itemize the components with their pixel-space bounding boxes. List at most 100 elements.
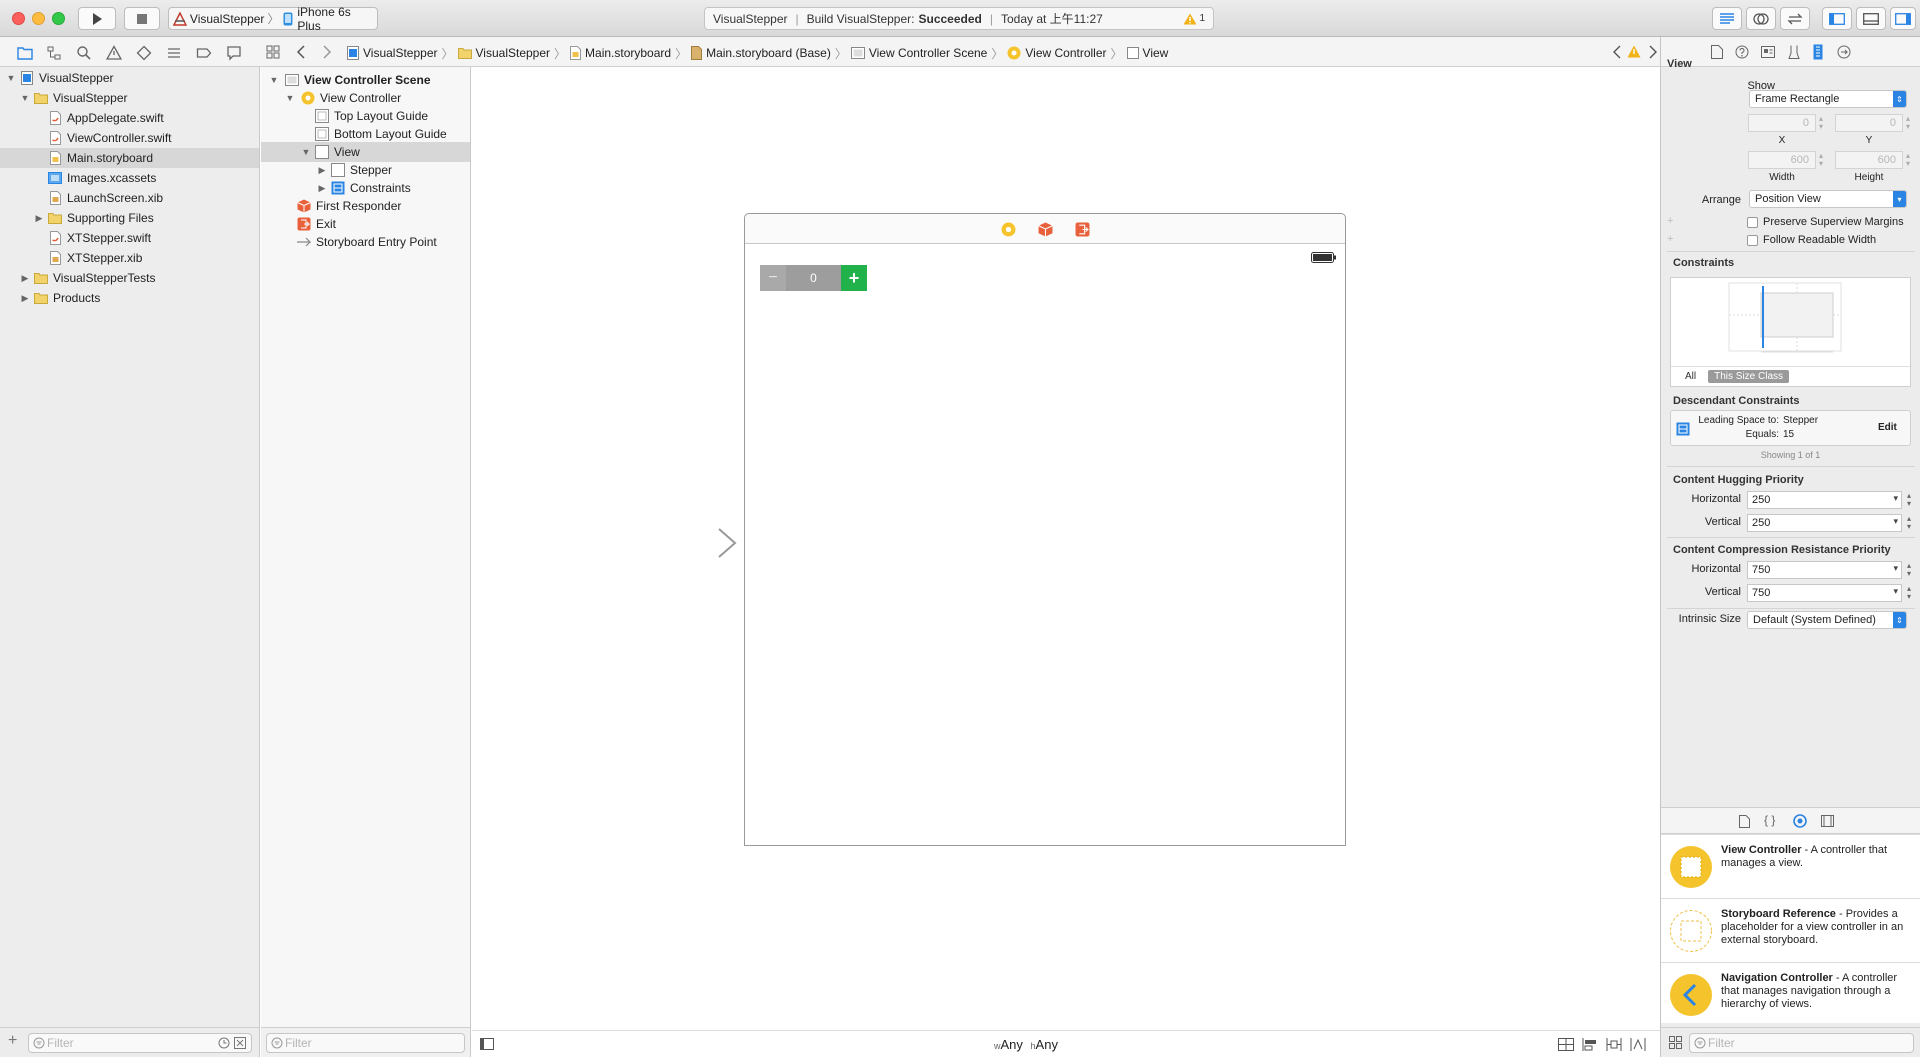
- quick-help-icon[interactable]: [1735, 45, 1749, 59]
- hug-vertical-combo[interactable]: 250 ▾: [1747, 514, 1902, 532]
- minimize-window-button[interactable]: [32, 12, 45, 25]
- intrinsic-size-popup[interactable]: Default (System Defined) ⇕: [1747, 611, 1907, 629]
- connections-inspector-icon[interactable]: [1837, 45, 1851, 59]
- disclosure-closed-icon[interactable]: ▶: [20, 273, 30, 283]
- project-navigator-icon[interactable]: [17, 45, 33, 61]
- combo-arrow-icon[interactable]: ▾: [1893, 563, 1898, 574]
- size-inspector-icon[interactable]: [1813, 44, 1823, 60]
- test-navigator-icon[interactable]: [136, 45, 152, 61]
- comp-vertical-combo[interactable]: 750 ▾: [1747, 584, 1902, 602]
- size-class-control[interactable]: wAny hAny: [994, 1037, 1058, 1052]
- constraint-edit-button[interactable]: Edit: [1878, 422, 1897, 433]
- toggle-debug-area-button[interactable]: [1856, 7, 1886, 30]
- issue-warning-icon[interactable]: [1627, 45, 1641, 58]
- warning-indicator[interactable]: 1: [1183, 13, 1205, 25]
- recent-files-icon[interactable]: [218, 1037, 230, 1049]
- disclosure-closed-icon[interactable]: ▶: [317, 165, 327, 175]
- combo-arrow-icon[interactable]: ▾: [1893, 516, 1898, 527]
- library-filter-field[interactable]: Filter: [1689, 1033, 1914, 1053]
- back-arrow-icon[interactable]: [296, 45, 306, 59]
- tree-row-group[interactable]: ▶ Supporting Files: [0, 208, 259, 228]
- y-field[interactable]: 0: [1835, 114, 1903, 132]
- constraints-diagram[interactable]: All This Size Class: [1670, 277, 1911, 387]
- outline-row-scene[interactable]: ▼ View Controller Scene: [261, 70, 470, 90]
- jump-item-scene[interactable]: View Controller Scene: [850, 46, 987, 60]
- breakpoint-navigator-icon[interactable]: [196, 45, 212, 61]
- tree-row-group[interactable]: ▶ VisualStepperTests: [0, 268, 259, 288]
- constraint-row[interactable]: Leading Space to: Stepper Equals: 15 Edi…: [1670, 410, 1911, 446]
- scheme-selector[interactable]: VisualStepper 〉 iPhone 6s Plus: [168, 5, 378, 33]
- tree-row-file[interactable]: XTStepper.swift: [0, 228, 259, 248]
- outline-filter-field[interactable]: Filter: [266, 1033, 465, 1053]
- jump-item-group[interactable]: VisualStepper: [457, 46, 550, 60]
- library-item-storyboard-reference[interactable]: Storyboard Reference - Provides a placeh…: [1661, 898, 1920, 962]
- outline-row-entry-point[interactable]: Storyboard Entry Point: [261, 232, 470, 252]
- standard-editor-button[interactable]: [1712, 7, 1742, 30]
- outline-row-view-controller[interactable]: ▼ View Controller: [261, 88, 470, 108]
- tree-row-file[interactable]: XTStepper.xib: [0, 248, 259, 268]
- preserve-margins-checkbox[interactable]: [1747, 217, 1758, 228]
- close-window-button[interactable]: [12, 12, 25, 25]
- library-item-view-controller[interactable]: View Controller - A controller that mana…: [1661, 834, 1920, 898]
- resolve-issues-icon[interactable]: [1630, 1038, 1646, 1051]
- version-editor-button[interactable]: [1780, 7, 1810, 30]
- related-items-icon[interactable]: [266, 45, 280, 59]
- disclosure-closed-icon[interactable]: ▶: [317, 183, 327, 193]
- view-controller-scene[interactable]: − 0 +: [744, 213, 1346, 846]
- object-library-icon[interactable]: [1793, 814, 1807, 828]
- file-template-library-icon[interactable]: [1739, 815, 1750, 828]
- width-stepper-icon[interactable]: ▴ ▾: [1817, 152, 1825, 168]
- source-control-filter-icon[interactable]: [234, 1037, 246, 1049]
- hug-horizontal-combo[interactable]: 250 ▾: [1747, 491, 1902, 509]
- disclosure-open-icon[interactable]: ▼: [285, 93, 295, 103]
- navigator-filter-field[interactable]: Filter: [28, 1033, 252, 1053]
- disclosure-closed-icon[interactable]: ▶: [34, 213, 44, 223]
- hug-horizontal-stepper-icon[interactable]: ▴ ▾: [1905, 492, 1913, 508]
- previous-issue-icon[interactable]: [1612, 45, 1622, 59]
- add-variation-icon[interactable]: +: [1667, 233, 1673, 245]
- comp-horizontal-stepper-icon[interactable]: ▴ ▾: [1905, 562, 1913, 578]
- library-item-navigation-controller[interactable]: Navigation Controller - A controller tha…: [1661, 962, 1920, 1023]
- disclosure-closed-icon[interactable]: ▶: [20, 293, 30, 303]
- outline-row-layout-guide[interactable]: Top Layout Guide: [261, 106, 470, 126]
- disclosure-open-icon[interactable]: ▼: [6, 73, 16, 83]
- x-stepper-icon[interactable]: ▴ ▾: [1817, 115, 1825, 131]
- outline-row-constraints[interactable]: ▶ Constraints: [261, 178, 470, 198]
- y-stepper-icon[interactable]: ▴ ▾: [1904, 115, 1912, 131]
- show-popup[interactable]: Frame Rectangle ⇕: [1749, 90, 1907, 108]
- issue-navigator-icon[interactable]: [106, 45, 122, 61]
- outline-row-exit[interactable]: Exit: [261, 214, 470, 234]
- tab-this-size-class[interactable]: This Size Class: [1708, 370, 1790, 383]
- file-inspector-icon[interactable]: [1711, 45, 1723, 59]
- tree-row-project[interactable]: ▼ VisualStepper: [0, 68, 259, 88]
- tree-row-file[interactable]: Images.xcassets: [0, 168, 259, 188]
- jump-item-view-controller[interactable]: View Controller: [1007, 46, 1107, 60]
- tree-row-file-selected[interactable]: Main.storyboard: [0, 148, 259, 168]
- stepper-control[interactable]: − 0 +: [760, 265, 867, 291]
- outline-row-view-selected[interactable]: ▼ View: [261, 142, 470, 162]
- stepper-increment-button[interactable]: +: [841, 265, 867, 291]
- x-field[interactable]: 0: [1748, 114, 1816, 132]
- tab-all[interactable]: All: [1685, 371, 1696, 382]
- width-field[interactable]: 600: [1748, 151, 1816, 169]
- attributes-inspector-icon[interactable]: [1788, 45, 1800, 59]
- forward-arrow-icon[interactable]: [322, 45, 332, 59]
- jump-item-storyboard[interactable]: Main.storyboard: [570, 46, 671, 60]
- tree-row-group[interactable]: ▼ VisualStepper: [0, 88, 259, 108]
- assistant-editor-button[interactable]: [1746, 7, 1776, 30]
- run-button[interactable]: [78, 7, 116, 30]
- tree-row-file[interactable]: ViewController.swift: [0, 128, 259, 148]
- toggle-utilities-button[interactable]: [1890, 7, 1916, 30]
- outline-row-first-responder[interactable]: First Responder: [261, 196, 470, 216]
- exit-icon[interactable]: [1075, 222, 1090, 237]
- debug-navigator-icon[interactable]: [166, 45, 182, 61]
- disclosure-open-icon[interactable]: ▼: [20, 93, 30, 103]
- storyboard-canvas[interactable]: − 0 + wAny hAny: [472, 67, 1660, 1057]
- disclosure-open-icon[interactable]: ▼: [269, 75, 279, 85]
- combo-arrow-icon[interactable]: ▾: [1893, 586, 1898, 597]
- stepper-decrement-button[interactable]: −: [760, 265, 786, 291]
- storyboard-entry-arrow-icon[interactable]: [647, 527, 739, 559]
- stack-icon[interactable]: [1558, 1038, 1574, 1051]
- jump-item-storyboard-base[interactable]: Main.storyboard (Base): [691, 46, 831, 60]
- find-navigator-icon[interactable]: [76, 45, 92, 61]
